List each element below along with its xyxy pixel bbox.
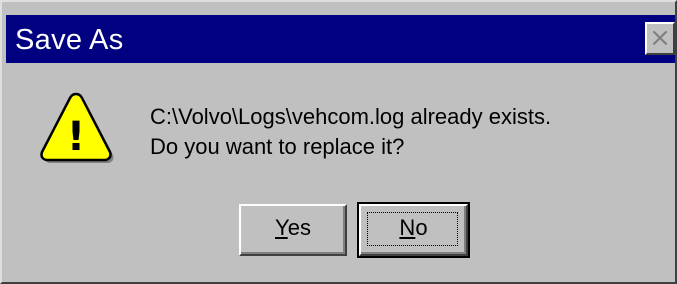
message-text: C:\Volvo\Logs\vehcom.log already exists.…	[150, 102, 551, 162]
yes-mnemonic: Y	[275, 215, 288, 240]
no-label-rest: o	[415, 215, 428, 240]
close-icon: ×	[649, 23, 671, 53]
warning-glyph: !	[67, 114, 85, 160]
message-line-2: Do you want to replace it?	[150, 134, 405, 159]
close-button[interactable]: ×	[645, 22, 675, 55]
window-title: Save As	[15, 24, 124, 56]
yes-button[interactable]: Yes	[239, 204, 347, 256]
yes-label-rest: es	[287, 215, 311, 240]
message-line-1: C:\Volvo\Logs\vehcom.log already exists.	[150, 104, 552, 129]
no-mnemonic: N	[399, 215, 416, 240]
title-bar[interactable]: Save As ×	[6, 15, 675, 63]
no-button[interactable]: No	[357, 202, 470, 258]
save-as-dialog: Save As × ! C:\Volvo\Logs\vehcom.log alr…	[0, 0, 677, 284]
warning-icon: !	[40, 92, 114, 163]
